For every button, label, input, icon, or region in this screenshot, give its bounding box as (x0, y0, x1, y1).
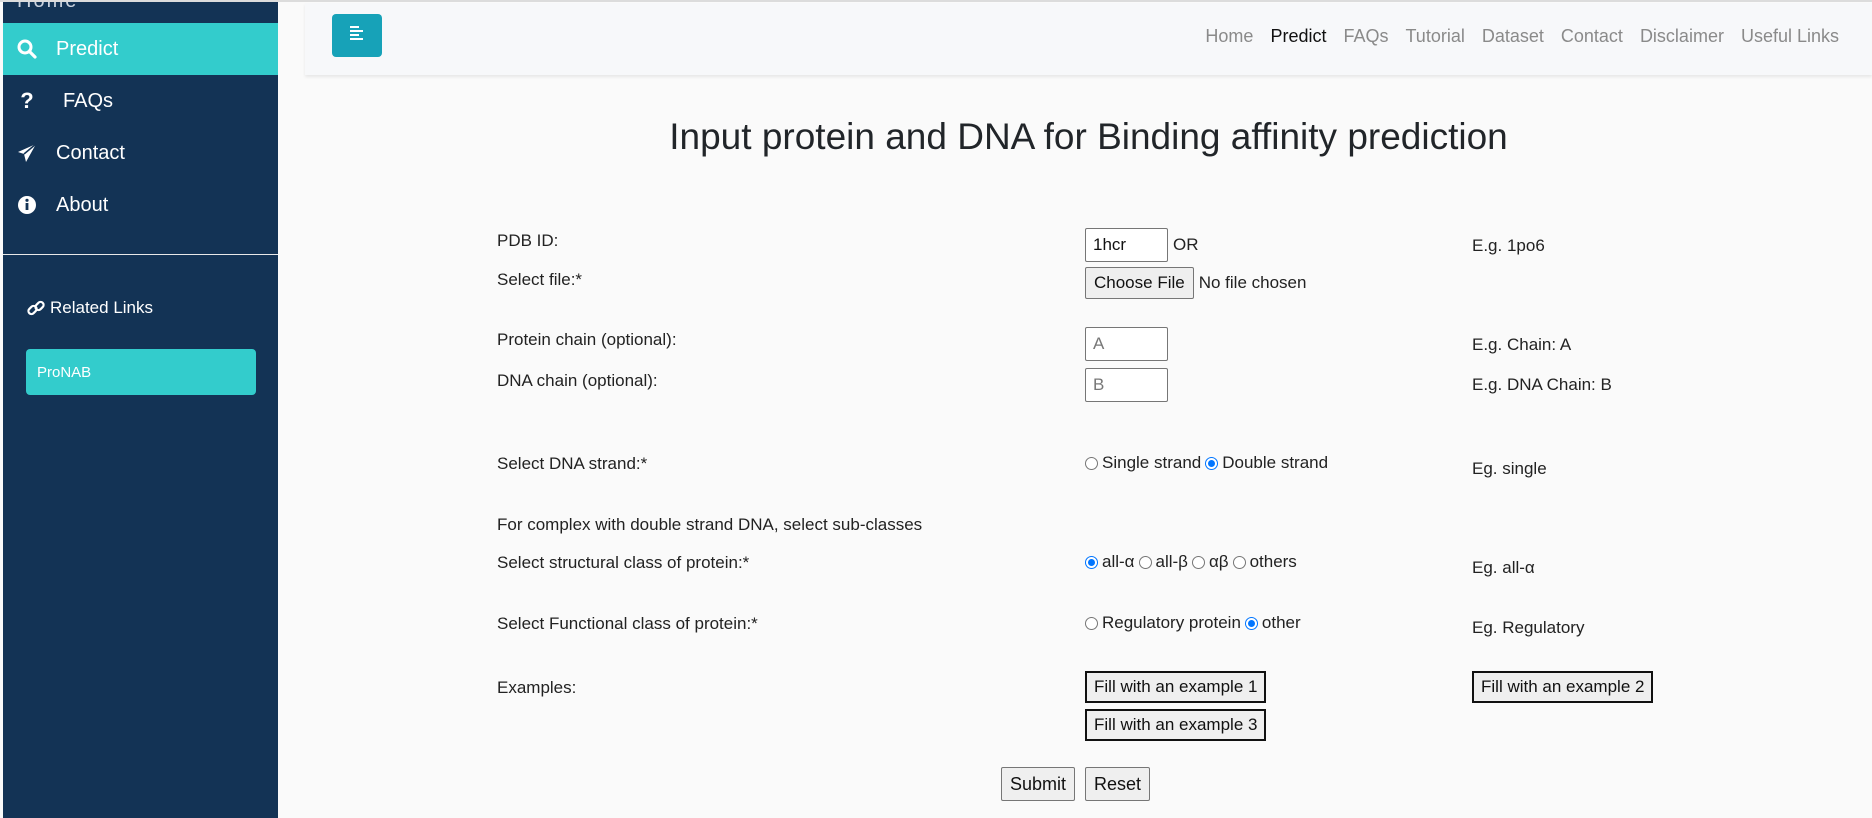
radio-others[interactable] (1232, 555, 1246, 569)
pdb-id-row: OR (1085, 228, 1199, 262)
radio-label: other (1261, 613, 1301, 632)
sidebar-item-home-partial[interactable]: Home (3, 2, 278, 22)
submit-button[interactable]: Submit (1001, 767, 1076, 801)
radio-regulatory-protein[interactable] (1085, 616, 1098, 630)
nav-links: Home Predict FAQs Tutorial Dataset Conta… (1188, 3, 1839, 69)
functional-class-example: Eg. Regulatory (1472, 618, 1585, 637)
radio-label: Single strand (1102, 453, 1202, 472)
examples-label: Examples: (497, 678, 577, 697)
radio-label: others (1249, 552, 1297, 571)
radio-label: all-α (1102, 552, 1135, 571)
protein-chain-example: E.g. Chain: A (1472, 335, 1572, 354)
pdb-id-label: PDB ID: (497, 231, 559, 250)
dna-chain-input[interactable] (1085, 368, 1168, 402)
radio-label: Regulatory protein (1102, 613, 1241, 632)
subclass-note: For complex with double strand DNA, sele… (497, 515, 923, 534)
choose-file-button[interactable]: Choose File (1085, 267, 1194, 299)
dna-strand-example: Eg. single (1472, 459, 1547, 478)
related-link-pronab[interactable]: ProNAB (26, 349, 256, 395)
radio-label: all-β (1155, 552, 1188, 571)
radio-double-strand[interactable] (1205, 456, 1219, 470)
sidebar-item-label: FAQs (63, 89, 114, 112)
radio-single-strand[interactable] (1085, 456, 1098, 470)
link-icon (27, 299, 45, 317)
pdb-id-input[interactable] (1085, 228, 1168, 262)
sidebar-item-contact[interactable]: Contact (3, 127, 278, 179)
sidebar: Home Predict ? FAQs Contact About Relate… (3, 2, 278, 818)
nav-link-disclaimer[interactable]: Disclaimer (1640, 26, 1724, 47)
example-2-button[interactable]: Fill with an example 2 (1472, 671, 1654, 703)
structural-class-example: Eg. all-α (1472, 558, 1535, 577)
top-navbar: Home Predict FAQs Tutorial Dataset Conta… (305, 3, 1872, 75)
example-1-button[interactable]: Fill with an example 1 (1085, 671, 1267, 703)
protein-chain-input[interactable] (1085, 327, 1168, 361)
search-icon (15, 39, 39, 59)
sidebar-item-label: About (56, 193, 109, 216)
reset-button[interactable]: Reset (1085, 767, 1151, 801)
protein-chain-row (1085, 327, 1168, 361)
structural-class-radio-group: all-α all-β αβ others (1085, 552, 1301, 572)
question-icon: ? (20, 88, 34, 113)
radio-all-beta[interactable] (1138, 555, 1152, 569)
functional-class-label: Select Functional class of protein:* (497, 614, 758, 633)
sidebar-item-faqs[interactable]: ? FAQs (3, 75, 278, 127)
sidebar-item-label: Predict (56, 37, 119, 60)
related-links-title: Related Links (50, 298, 154, 317)
sidebar-divider (3, 254, 278, 255)
dna-strand-radio-group: Single strand Double strand (1085, 453, 1332, 473)
sidebar-item-label: Home (17, 2, 78, 13)
radio-label: αβ (1208, 552, 1229, 571)
file-status: No file chosen (1198, 273, 1307, 292)
sidebar-item-about[interactable]: About (3, 179, 278, 231)
dna-chain-row (1085, 368, 1168, 402)
dna-chain-example: E.g. DNA Chain: B (1472, 375, 1612, 394)
nav-link-home[interactable]: Home (1205, 26, 1253, 47)
select-file-label: Select file:* (497, 270, 583, 289)
protein-chain-label: Protein chain (optional): (497, 330, 677, 349)
related-link-label: ProNAB (37, 363, 92, 381)
dna-chain-label: DNA chain (optional): (497, 371, 658, 390)
nav-link-contact[interactable]: Contact (1561, 26, 1623, 47)
radio-other[interactable] (1244, 616, 1258, 630)
nav-link-predict[interactable]: Predict (1270, 26, 1326, 47)
info-circle-icon (15, 195, 39, 215)
nav-link-faqs[interactable]: FAQs (1343, 26, 1388, 47)
paper-plane-icon (15, 143, 39, 163)
pdb-id-example: E.g. 1po6 (1472, 236, 1545, 255)
dna-strand-label: Select DNA strand:* (497, 454, 648, 473)
sidebar-item-label: Contact (56, 141, 125, 164)
nav-link-tutorial[interactable]: Tutorial (1405, 26, 1464, 47)
example-3-button[interactable]: Fill with an example 3 (1085, 709, 1267, 741)
file-input: Choose File No file chosen (1085, 267, 1306, 299)
page-title: Input protein and DNA for Binding affini… (669, 116, 1508, 157)
or-text: OR (1173, 235, 1199, 254)
sidebar-toggle-button[interactable] (332, 14, 382, 57)
nav-link-useful-links[interactable]: Useful Links (1741, 26, 1839, 47)
radio-all-alpha[interactable] (1085, 555, 1098, 569)
radio-alpha-beta[interactable] (1191, 555, 1205, 569)
menu-toggle-icon (350, 25, 364, 46)
nav-link-dataset[interactable]: Dataset (1482, 26, 1544, 47)
functional-class-radio-group: Regulatory protein other (1085, 613, 1305, 633)
radio-label: Double strand (1222, 453, 1329, 472)
related-links-heading: Related Links (27, 298, 153, 318)
structural-class-label: Select structural class of protein:* (497, 553, 750, 572)
sidebar-item-predict[interactable]: Predict (3, 23, 278, 75)
window-top-border (0, 0, 1872, 2)
